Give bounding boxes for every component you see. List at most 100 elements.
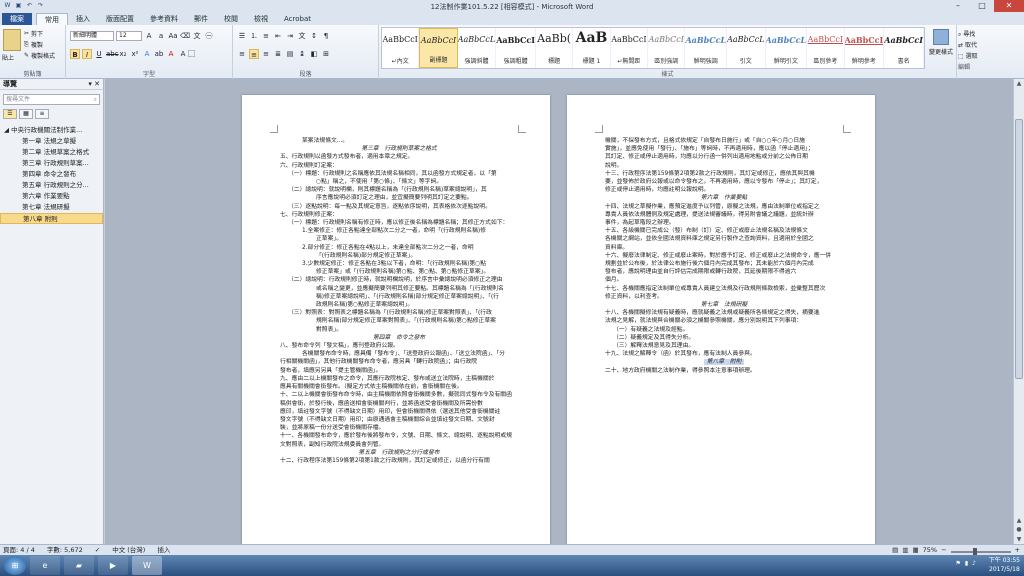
tray-flag-icon[interactable]: ⚑ [955, 560, 960, 567]
grow-font-icon[interactable]: A [144, 31, 154, 41]
ie-icon[interactable]: e [30, 556, 60, 575]
bullets-icon[interactable]: ☰ [237, 31, 247, 41]
style-book-title[interactable]: AaBbCcI 書名 [884, 28, 924, 68]
scroll-up-icon[interactable]: ▲ [1014, 80, 1024, 87]
minimize-button[interactable]: – [946, 0, 970, 12]
subscript-icon[interactable]: x₂ [118, 49, 128, 59]
style-heading1[interactable]: AaB 標題 1 [573, 28, 611, 68]
maximize-button[interactable]: □ [970, 0, 994, 12]
word-count[interactable]: 字數: 5,672 [47, 545, 83, 555]
zoom-in-icon[interactable]: + [1015, 545, 1020, 555]
enclose-char-icon[interactable]: ㊀ [204, 31, 214, 41]
multilevel-list-icon[interactable]: ≡ [261, 31, 271, 41]
shrink-font-icon[interactable]: a [156, 31, 166, 41]
shading-icon[interactable]: ◧ [309, 49, 319, 59]
page-3-text[interactable]: 某案法規條文...。 第三章 行政規則草案之格式 五、行政規則以函發方式發布者，適用… [280, 137, 518, 465]
view-fullscreen-icon[interactable]: ▥ [902, 545, 908, 555]
font-size-select[interactable]: 12 [116, 31, 142, 41]
text-effects-icon[interactable]: A [142, 49, 152, 59]
style-strong[interactable]: AaBbCcI 強調粗體 [496, 28, 536, 68]
nav-item[interactable]: 第六章 作業要點 [0, 191, 103, 202]
style-subtitle[interactable]: AaBbCcI 副標題 [419, 28, 458, 68]
bold-icon[interactable]: B [70, 49, 80, 59]
nav-search-input[interactable]: 搜尋文件 ⌕ [3, 94, 100, 105]
tab-view[interactable]: 檢視 [246, 13, 276, 25]
replace-button[interactable]: ⇄ 取代 [958, 40, 978, 51]
style-title[interactable]: AaBb(標題 [536, 28, 574, 68]
align-left-icon[interactable]: ≡ [237, 49, 247, 59]
phonetic-guide-icon[interactable]: 文 [192, 31, 202, 41]
search-icon[interactable]: ⌕ [94, 95, 97, 104]
page-3[interactable]: 某案法規條文...。 第三章 行政規則草案之格式 五、行政規則以函發方式發布者，適用… [242, 95, 550, 544]
next-page-icon[interactable]: ▼ [1014, 536, 1024, 543]
sort-icon[interactable]: ↕ [309, 31, 319, 41]
nav-item[interactable]: 第二章 法規草案之格式 [0, 147, 103, 158]
cut-button[interactable]: ✂ 剪下 [24, 29, 43, 38]
char-shading-icon[interactable]: A [178, 49, 188, 59]
increase-indent-icon[interactable]: ⇥ [285, 31, 295, 41]
spelling-icon[interactable]: ✓ [95, 545, 100, 555]
page-4[interactable]: 機關，不採發布方式，且格式依規定「自發布日施行」或「自○○年○月○日施 實施」，並… [567, 95, 875, 544]
show-marks-icon[interactable]: ¶ [321, 31, 331, 41]
line-spacing-icon[interactable]: ↨ [297, 49, 307, 59]
language[interactable]: 中文 (台灣) [112, 545, 145, 555]
nav-close-icon[interactable]: ▾ ✕ [88, 79, 100, 90]
vertical-scrollbar[interactable]: ▲ ▲ ● ▼ [1013, 79, 1024, 544]
paste-icon[interactable] [3, 29, 21, 51]
style-intense-emphasis[interactable]: AaBbCcL 鮮明強調 [685, 28, 728, 68]
find-button[interactable]: ⌕ 尋找 [958, 29, 978, 40]
change-case-icon[interactable]: Aa [168, 31, 178, 41]
tab-references[interactable]: 參考資料 [142, 13, 186, 25]
nav-item[interactable]: 第五章 行政規則之分... [0, 180, 103, 191]
style-intense-reference[interactable]: AaBbCcI 鮮明參考 [845, 28, 885, 68]
view-web-icon[interactable]: ▦ [912, 545, 918, 555]
select-button[interactable]: ⬚ 選取 [958, 51, 978, 62]
tray-volume-icon[interactable]: ♪ [972, 560, 976, 567]
clear-format-icon[interactable]: ⌫ [180, 31, 190, 41]
prev-page-icon[interactable]: ▲ [1014, 517, 1024, 524]
nav-pages-tab[interactable]: ▦ [19, 109, 33, 119]
tab-mailings[interactable]: 郵件 [186, 13, 216, 25]
tab-acrobat[interactable]: Acrobat [276, 13, 319, 25]
paste-button[interactable]: 貼上 [2, 53, 14, 62]
chinese-layout-icon[interactable]: 文 [297, 31, 307, 41]
start-button[interactable]: ⊞ [4, 556, 26, 575]
italic-icon[interactable]: I [82, 49, 92, 59]
nav-item[interactable]: 第三章 行政規則草案... [0, 158, 103, 169]
font-name-select[interactable]: 新細明體 [70, 31, 114, 41]
nav-item-root[interactable]: ◢ 中央行政機關法制作業... [0, 125, 103, 136]
char-border-icon[interactable]: ⃞ [190, 49, 200, 59]
nav-item[interactable]: 第一章 法規之草擬 [0, 136, 103, 147]
nav-item[interactable]: 第七章 法規研擬 [0, 202, 103, 213]
nav-item-selected[interactable]: 第八章 附則 [0, 213, 103, 224]
align-right-icon[interactable]: ≡ [261, 49, 271, 59]
word-taskbar-icon[interactable]: W [132, 556, 162, 575]
style-subtle-emphasis[interactable]: AaBbCcI 區別強調 [648, 28, 686, 68]
page-4-text[interactable]: 機關，不採發布方式，且格式依規定「自發布日施行」或「自○○年○月○日施 實施」，並… [605, 137, 843, 375]
nav-results-tab[interactable]: ≡ [35, 109, 49, 119]
view-print-layout-icon[interactable]: ▤ [892, 545, 898, 555]
tab-insert[interactable]: 插入 [68, 13, 98, 25]
zoom-out-icon[interactable]: − [941, 545, 946, 555]
superscript-icon[interactable]: x² [130, 49, 140, 59]
change-styles-button[interactable]: 變更樣式 [928, 29, 954, 56]
browse-object-icon[interactable]: ● [1014, 526, 1024, 533]
tab-review[interactable]: 校閱 [216, 13, 246, 25]
style-quote[interactable]: AaBbCcL 引文 [727, 28, 766, 68]
scroll-thumb[interactable] [1015, 119, 1023, 379]
page-count[interactable]: 頁面: 4 / 4 [3, 545, 35, 555]
underline-icon[interactable]: U [94, 49, 104, 59]
close-button[interactable]: ✕ [994, 0, 1024, 12]
borders-icon[interactable]: ⊞ [321, 49, 331, 59]
tray-network-icon[interactable]: ▮ [965, 560, 968, 567]
strikethrough-icon[interactable]: abc [106, 49, 119, 59]
justify-icon[interactable]: ≣ [273, 49, 283, 59]
distributed-icon[interactable]: ▤ [285, 49, 295, 59]
tab-file[interactable]: 檔案 [2, 13, 32, 25]
copy-button[interactable]: ⎘ 複製 [24, 40, 43, 50]
style-subtle-reference[interactable]: AaBbCcI 區別參考 [807, 28, 845, 68]
zoom-level[interactable]: 75% [923, 545, 937, 555]
zoom-slider[interactable] [950, 548, 1011, 556]
tab-page-layout[interactable]: 版面配置 [98, 13, 142, 25]
explorer-icon[interactable]: ▰ [64, 556, 94, 575]
